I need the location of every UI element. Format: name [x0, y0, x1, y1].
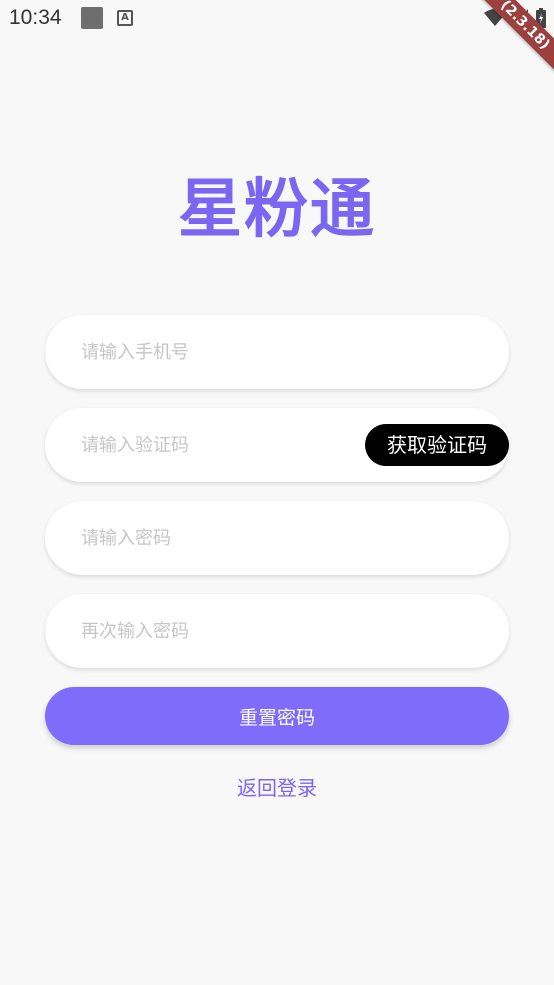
confirm-password-field[interactable]: [45, 594, 509, 668]
status-bar: 10:34 A: [0, 0, 554, 38]
notification-a-icon: A: [117, 10, 133, 26]
back-to-login-link[interactable]: 返回登录: [0, 772, 554, 801]
app-logo: 星粉通: [178, 172, 376, 247]
code-input[interactable]: [81, 408, 381, 482]
phone-field[interactable]: [45, 315, 509, 389]
confirm-password-input[interactable]: [81, 594, 381, 668]
code-field[interactable]: 获取验证码: [45, 408, 509, 482]
phone-input[interactable]: [81, 315, 381, 389]
reset-password-screen: 10:34 A (2.3.18) 星粉通 获取验证码 重置密: [0, 0, 554, 985]
password-field[interactable]: [45, 501, 509, 575]
notification-image-icon: [81, 7, 103, 29]
status-time: 10:34: [9, 6, 62, 29]
reset-password-button[interactable]: 重置密码: [45, 687, 509, 745]
get-code-button[interactable]: 获取验证码: [365, 424, 509, 466]
password-input[interactable]: [81, 501, 381, 575]
